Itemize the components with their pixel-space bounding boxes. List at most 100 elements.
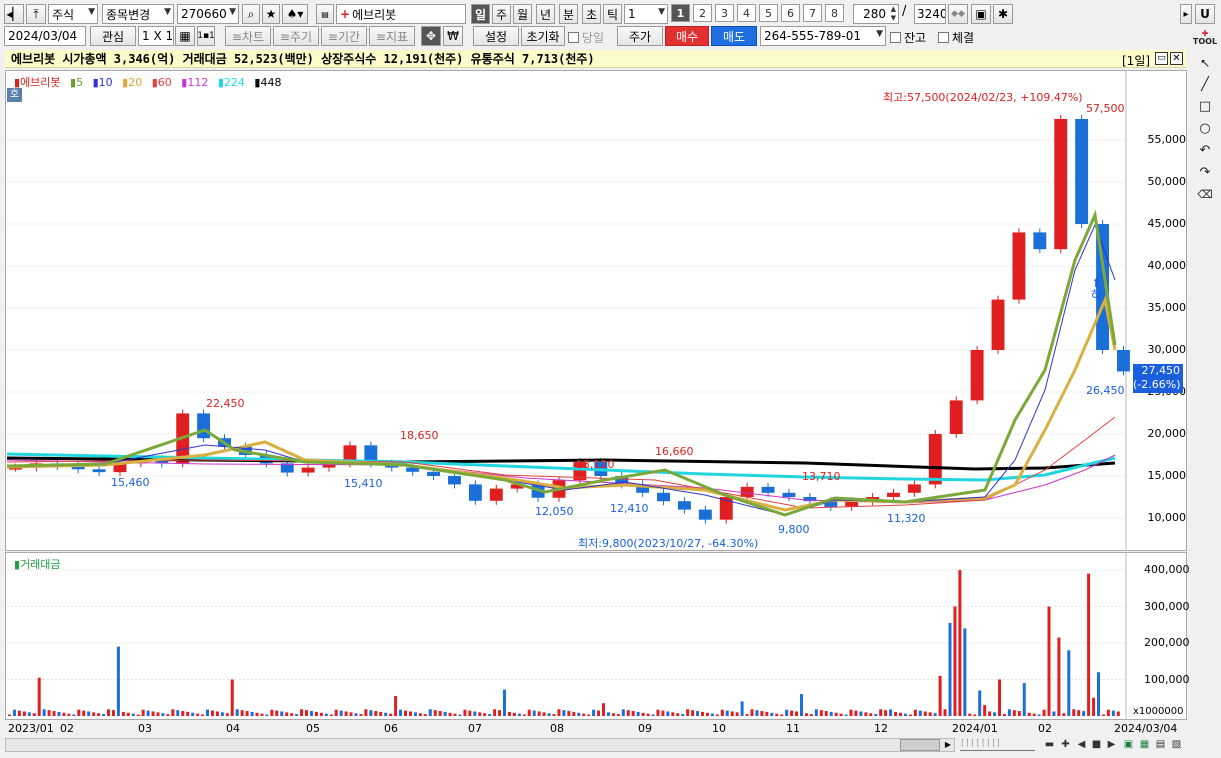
tab-second[interactable]: 초	[582, 4, 601, 24]
volume-chart[interactable]	[5, 552, 1187, 720]
chart-menu-button[interactable]: ≡차트	[225, 26, 271, 46]
top-icon[interactable]: ⤒	[26, 4, 46, 24]
code-input[interactable]: 270660 ▼	[177, 4, 239, 24]
restore-icon[interactable]: ▭	[1155, 52, 1168, 65]
volume-bar	[309, 711, 313, 716]
price-chart[interactable]	[5, 70, 1187, 551]
spade-icon[interactable]: ♠▾	[282, 4, 308, 24]
stock-name-field[interactable]: + 에브리봇	[336, 4, 466, 24]
page-button-7[interactable]: 7	[803, 4, 822, 22]
circle-tool-icon[interactable]: ○	[1195, 118, 1215, 138]
tab-month[interactable]: 월	[513, 4, 532, 24]
tab-week[interactable]: 주	[492, 4, 511, 24]
volume-bar	[814, 709, 818, 716]
date-tick: 08	[550, 722, 564, 735]
line-tool-icon[interactable]: ╱	[1195, 74, 1215, 94]
volume-bar	[77, 709, 81, 716]
page-button-4[interactable]: 4	[737, 4, 756, 22]
page-button-1[interactable]: 1	[671, 4, 690, 22]
crosshair-icon[interactable]: ✥	[421, 26, 441, 46]
page-button-8[interactable]: 8	[825, 4, 844, 22]
calendar-icon[interactable]: ▦	[175, 26, 195, 46]
zoom-slider[interactable]: ┆┆┆┆┆┆┆┆	[960, 739, 1035, 751]
stop-icon[interactable]: ■	[1090, 738, 1103, 751]
indicator-menu-button[interactable]: ≡지표	[369, 26, 415, 46]
account-select[interactable]: 264-555-789-01 ▼	[760, 26, 886, 46]
volume-bar	[443, 711, 447, 716]
volume-bar	[933, 713, 937, 716]
grid-field[interactable]: 1 X 1	[138, 26, 174, 46]
range-menu-button[interactable]: ≡기간	[321, 26, 367, 46]
balance-checkbox[interactable]: 잔고	[890, 29, 926, 46]
star-icon[interactable]: ★	[262, 4, 280, 24]
today-checkbox[interactable]: 당일	[568, 29, 604, 46]
page-button-2[interactable]: 2	[693, 4, 712, 22]
reset-button[interactable]: 초기화	[521, 26, 565, 46]
layout-button[interactable]: 1▪1	[197, 26, 215, 46]
move-left-icon[interactable]: ◀	[1075, 738, 1088, 751]
buy-button[interactable]: 매수	[665, 26, 709, 46]
pointer-tool-icon[interactable]: ⭦	[1195, 54, 1215, 74]
volume-bar	[1062, 713, 1066, 716]
market-select[interactable]: 주식 ▼	[48, 4, 98, 24]
rectangle-tool-icon[interactable]: □	[1195, 96, 1215, 116]
move-right-icon[interactable]: ▶	[1105, 738, 1118, 751]
excel-icon[interactable]: ▣	[1122, 738, 1135, 751]
table-icon[interactable]: ▦	[1138, 738, 1151, 751]
tab-tick[interactable]: 틱	[603, 4, 622, 24]
scroll-right-icon[interactable]: ▶	[942, 739, 954, 751]
search-icon[interactable]: ⌕	[242, 4, 260, 24]
close-icon[interactable]: ✕	[1170, 52, 1183, 65]
tab-year[interactable]: 년	[536, 4, 555, 24]
volume-bar	[1087, 573, 1091, 716]
mode-select[interactable]: 종목변경 ▼	[102, 4, 174, 24]
volume-bar	[111, 710, 115, 716]
watch-button[interactable]: 관심	[90, 26, 136, 46]
scrollbar[interactable]	[5, 738, 955, 752]
volume-bar	[582, 713, 586, 716]
fill-checkbox[interactable]: 체결	[938, 29, 974, 46]
volume-bar	[795, 711, 799, 716]
play-icon[interactable]: ◆◆	[948, 4, 968, 24]
volume-bar	[517, 713, 521, 716]
period-menu-button[interactable]: ≡주기	[273, 26, 319, 46]
next-icon[interactable]: ▸	[1180, 4, 1192, 24]
zoom-out-icon[interactable]: ▬	[1043, 738, 1056, 751]
image-icon[interactable]: ▤	[1154, 738, 1167, 751]
volume-bar	[577, 712, 581, 716]
volume-bar	[804, 713, 808, 716]
volume-bar	[255, 712, 259, 716]
count-input[interactable]: 280 ▲ ▼	[853, 4, 899, 24]
prev-icon[interactable]: ◂▏	[4, 4, 24, 24]
setting-button[interactable]: 설정	[473, 26, 519, 46]
won-icon[interactable]: ₩	[443, 26, 463, 46]
volume-bar	[364, 709, 368, 716]
print-icon[interactable]: ▧	[1170, 738, 1183, 751]
interval-select[interactable]: 1 ▼	[624, 4, 668, 24]
bars-icon[interactable]: ▤	[316, 4, 334, 24]
page-button-5[interactable]: 5	[759, 4, 778, 22]
undo-icon[interactable]: ↶	[1195, 140, 1215, 160]
tab-day[interactable]: 일	[471, 4, 490, 24]
volume-bar	[359, 714, 363, 716]
tool-menu-icon[interactable]: ✚ TOOL	[1193, 28, 1217, 48]
volume-bar	[983, 705, 987, 716]
redo-icon[interactable]: ↷	[1195, 162, 1215, 182]
tab-minute[interactable]: 분	[559, 4, 578, 24]
sell-button[interactable]: 매도	[711, 26, 757, 46]
page-button-3[interactable]: 3	[715, 4, 734, 22]
page-button-6[interactable]: 6	[781, 4, 800, 22]
chevron-down-icon: ▼	[164, 7, 171, 17]
date-input[interactable]: 2024/03/04	[4, 26, 86, 46]
volume-bar	[47, 710, 51, 716]
price-button[interactable]: 주가	[617, 26, 663, 46]
scroll-thumb[interactable]	[900, 739, 940, 751]
volume-bar	[1017, 711, 1021, 716]
gear-icon[interactable]: ✱	[993, 4, 1013, 24]
price-tick: 20,000	[1147, 427, 1187, 440]
zoom-in-icon[interactable]: ✚	[1059, 738, 1072, 751]
eraser-icon[interactable]: ⌫	[1195, 184, 1215, 204]
save-icon[interactable]: ▣	[971, 4, 991, 24]
volume-bar	[606, 712, 610, 716]
user-button[interactable]: U	[1195, 4, 1215, 24]
